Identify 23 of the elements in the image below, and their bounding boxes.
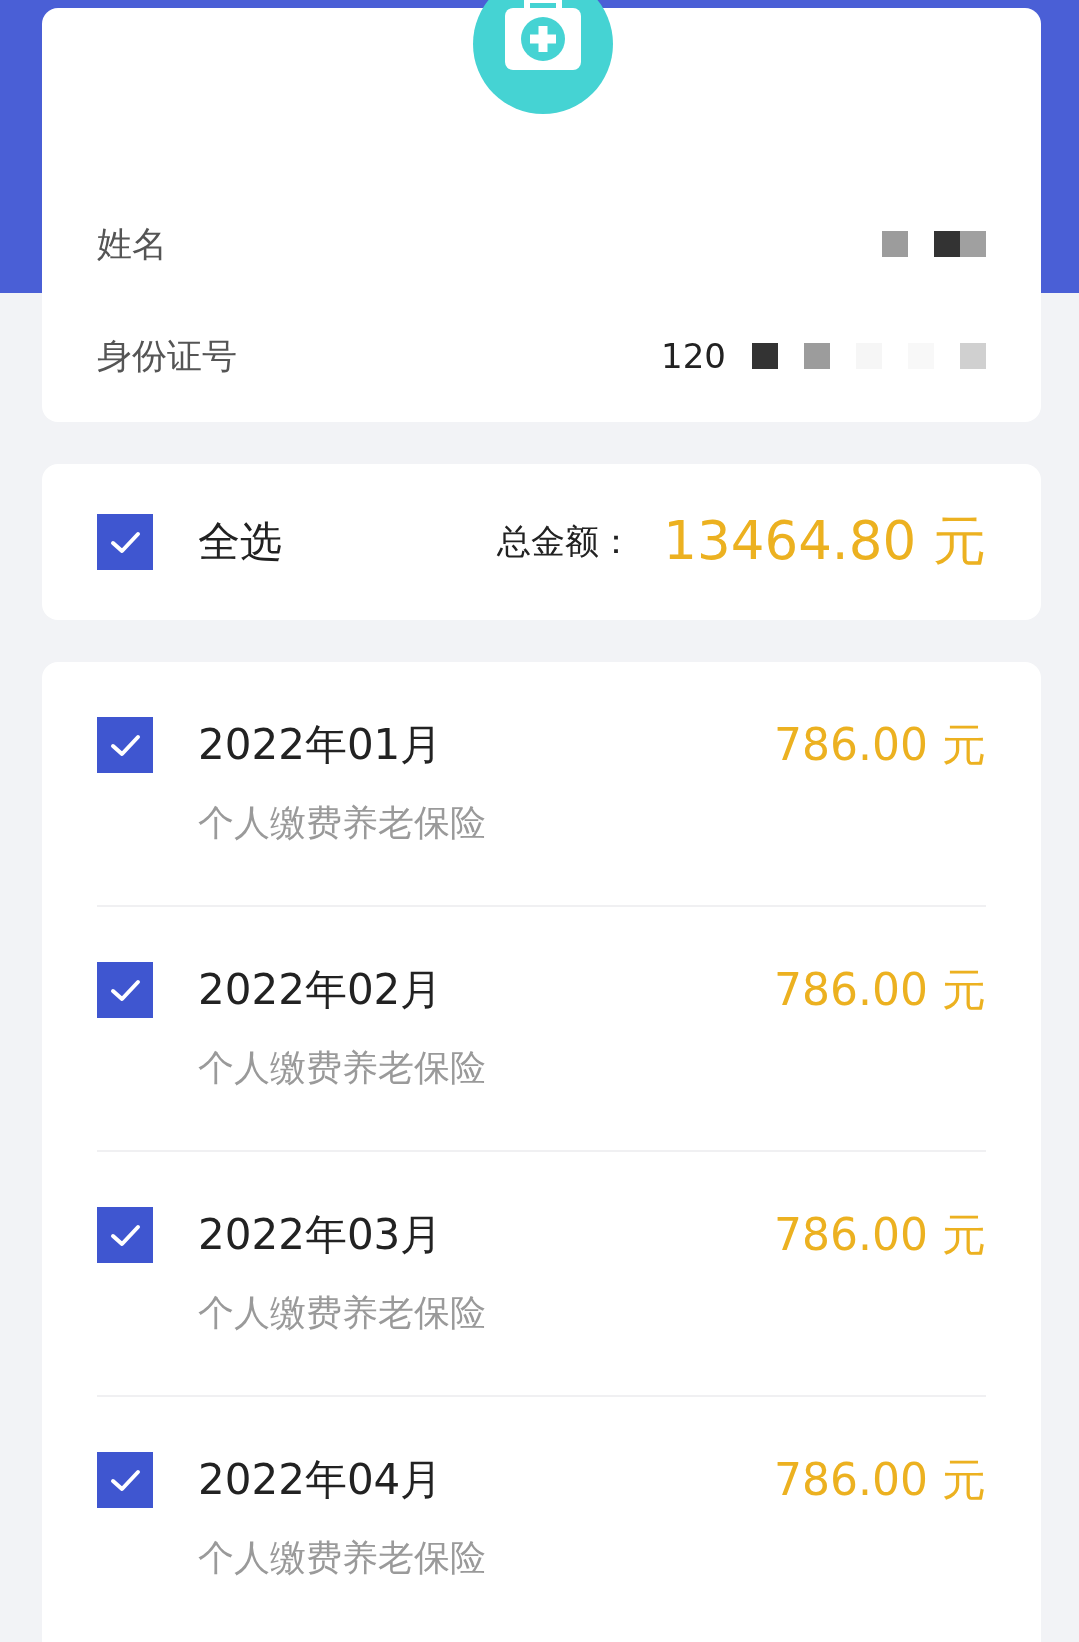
total-amount: 13464.80 元 bbox=[663, 508, 986, 573]
bill-type: 个人缴费养老保险 bbox=[198, 1291, 487, 1335]
id-number: 120 bbox=[661, 336, 726, 376]
checkbox[interactable] bbox=[97, 717, 153, 773]
checkbox[interactable] bbox=[97, 1452, 153, 1508]
total-label: 总金额： bbox=[497, 519, 634, 563]
bill-month: 2022年04月 bbox=[198, 1454, 444, 1506]
checkbox[interactable] bbox=[97, 513, 153, 570]
bill-type: 个人缴费养老保险 bbox=[198, 1046, 487, 1090]
select-all-label: 全选 bbox=[198, 515, 283, 568]
bill-amount: 786.00 元 bbox=[774, 718, 986, 772]
bill-month: 2022年01月 bbox=[198, 719, 444, 771]
bill-amount: 786.00 元 bbox=[774, 1453, 986, 1507]
bill-type: 个人缴费养老保险 bbox=[198, 1536, 487, 1580]
bill-month: 2022年02月 bbox=[198, 964, 444, 1016]
bill-month: 2022年03月 bbox=[198, 1209, 444, 1261]
field-label: 姓名 bbox=[97, 222, 167, 266]
bill-amount: 786.00 元 bbox=[774, 963, 986, 1017]
bill-amount: 786.00 元 bbox=[774, 1208, 986, 1262]
checkbox[interactable] bbox=[97, 1207, 153, 1263]
field-label: 身份证号 bbox=[97, 334, 237, 378]
bill-type: 个人缴费养老保险 bbox=[198, 801, 487, 845]
checkbox[interactable] bbox=[97, 962, 153, 1018]
